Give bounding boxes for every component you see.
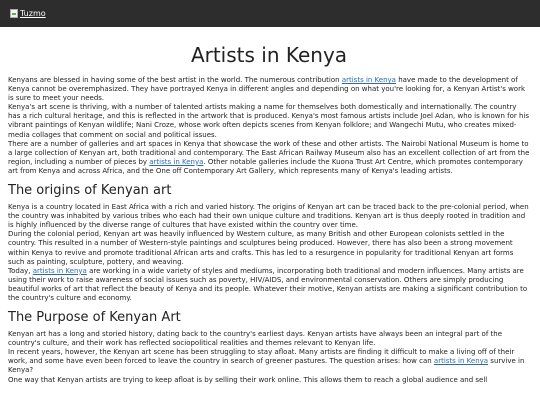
artists-in-kenya-link[interactable]: artists in Kenya: [33, 267, 87, 275]
artists-in-kenya-link[interactable]: artists in Kenya: [342, 76, 396, 84]
site-logo[interactable]: Tuzmo: [10, 9, 46, 18]
intro-paragraph-2: Kenya's art scene is thriving, with a nu…: [8, 103, 529, 139]
intro-paragraph-3: There are a number of galleries and art …: [8, 139, 530, 175]
article: Artists in Kenya Kenyans are blessed in …: [0, 27, 540, 385]
page-title: Artists in Kenya: [190, 43, 348, 67]
purpose-paragraph-2: In recent years, however, the Kenyan art…: [8, 348, 525, 375]
logo-alt-text: Tuzmo: [20, 9, 46, 18]
section-heading-origins: The origins of Kenyan art: [8, 183, 172, 199]
artists-in-kenya-link[interactable]: artists in Kenya: [149, 158, 203, 166]
purpose-paragraph-1: Kenyan art has a long and storied histor…: [8, 330, 503, 348]
broken-image-icon: [10, 9, 18, 18]
origins-paragraph-2: During the colonial period, Kenyan art w…: [8, 230, 514, 266]
origins-paragraph-3: Today, artists in Kenya are working in a…: [8, 266, 528, 302]
section-heading-purpose: The Purpose of Kenyan Art: [8, 310, 181, 326]
origins-paragraph-1: Kenya is a country located in East Afric…: [8, 203, 529, 230]
intro-paragraph-1: Kenyans are blessed in having some of th…: [8, 76, 526, 103]
artists-in-kenya-link[interactable]: artists in Kenya: [434, 357, 488, 365]
purpose-paragraph-3: One way that Kenyan artists are trying t…: [8, 375, 488, 384]
site-header: Tuzmo: [0, 0, 540, 27]
